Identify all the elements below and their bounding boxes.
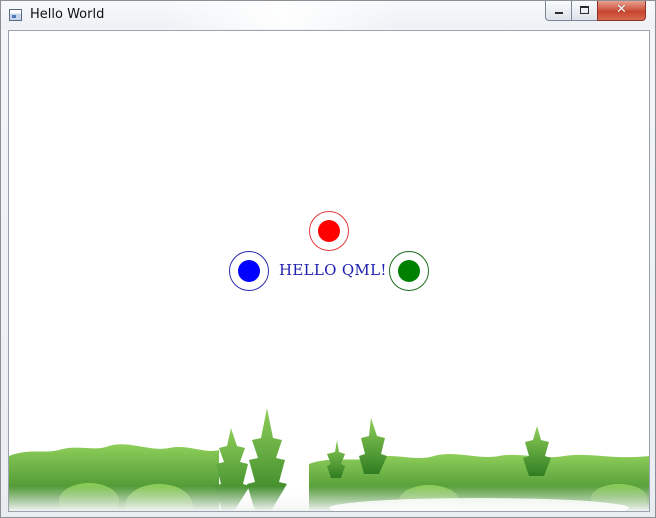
minimize-icon <box>555 12 563 14</box>
blue-dot-fill <box>238 260 260 282</box>
minimize-button[interactable] <box>545 1 571 21</box>
maximize-icon <box>580 6 589 14</box>
window-title: Hello World <box>30 7 105 22</box>
blue-circle-button[interactable] <box>229 251 269 291</box>
maximize-button[interactable] <box>571 1 597 21</box>
app-window: Hello World ✕ HELLO QML! <box>0 0 656 518</box>
forest-treeline-image <box>9 408 649 511</box>
qml-canvas: HELLO QML! <box>8 30 650 512</box>
window-controls: ✕ <box>545 1 646 21</box>
app-window-icon[interactable] <box>9 9 22 21</box>
red-dot-fill <box>318 220 340 242</box>
hello-label: HELLO QML! <box>279 261 387 279</box>
green-dot-fill <box>398 260 420 282</box>
red-circle-button[interactable] <box>309 211 349 251</box>
title-bar[interactable]: Hello World ✕ <box>1 1 655 29</box>
close-icon: ✕ <box>616 2 627 17</box>
green-circle-button[interactable] <box>389 251 429 291</box>
close-button[interactable]: ✕ <box>597 1 646 21</box>
